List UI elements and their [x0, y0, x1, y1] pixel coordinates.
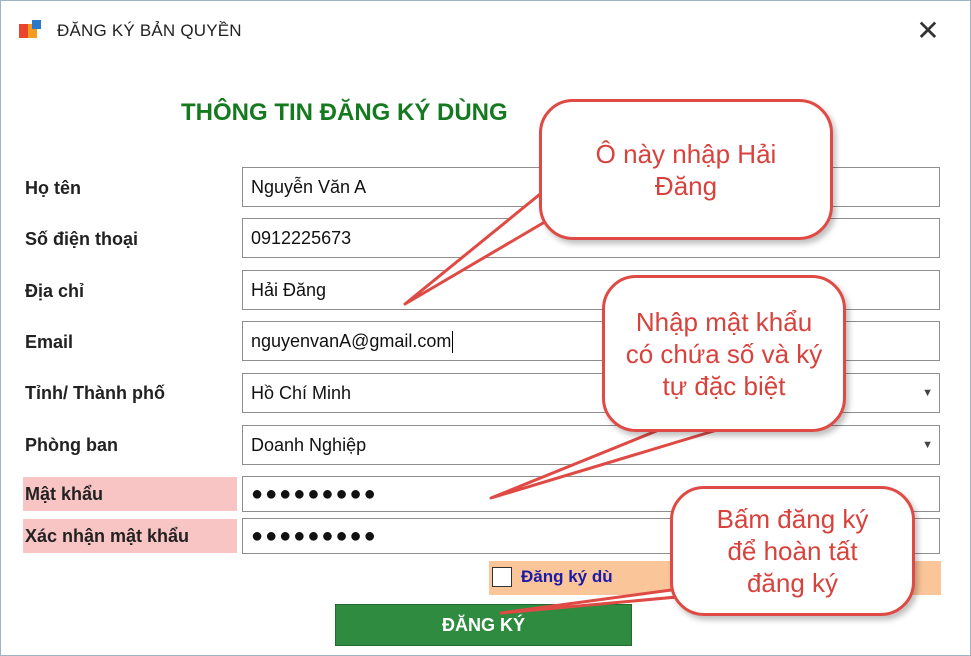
- chevron-down-icon[interactable]: ▼: [922, 374, 933, 412]
- close-button[interactable]: ✕: [906, 13, 950, 49]
- city-label: Tỉnh/ Thành phố: [25, 383, 165, 403]
- password-hint-callout: Nhập mật khẩu có chứa số và ký tự đặc bi…: [602, 275, 846, 432]
- trial-checkbox[interactable]: [492, 567, 512, 587]
- confirm-password-label: Xác nhận mật khẩu: [23, 519, 237, 553]
- title-bar: ĐĂNG KÝ BẢN QUYỀN ✕: [1, 1, 970, 59]
- name-label: Họ tên: [25, 178, 81, 198]
- trial-checkbox-label[interactable]: Đăng ký dù: [521, 567, 613, 587]
- address-hint-callout: Ô này nhập Hải Đăng: [539, 99, 833, 240]
- email-value: nguyenvanA@gmail.com: [251, 331, 452, 351]
- password-value: ●●●●●●●●●: [251, 483, 378, 505]
- form-heading: THÔNG TIN ĐĂNG KÝ DÙNG: [181, 99, 508, 126]
- city-value: Hồ Chí Minh: [251, 383, 352, 403]
- app-logo-icon: [19, 20, 41, 42]
- address-value: Hải Đăng: [251, 280, 327, 300]
- register-button[interactable]: ĐĂNG KÝ: [335, 604, 632, 646]
- submit-hint-callout: Bấm đăng ký để hoàn tất đăng ký: [670, 486, 915, 616]
- department-label: Phòng ban: [25, 435, 118, 455]
- window-title: ĐĂNG KÝ BẢN QUYỀN: [57, 21, 242, 40]
- close-icon: ✕: [916, 15, 940, 46]
- password-label: Mật khẩu: [23, 477, 237, 511]
- address-label: Địa chỉ: [25, 281, 85, 301]
- phone-label: Số điện thoại: [25, 229, 139, 249]
- phone-value: 0912225673: [251, 228, 352, 248]
- department-select[interactable]: Doanh Nghiệp ▼: [242, 425, 940, 465]
- chevron-down-icon[interactable]: ▼: [922, 426, 933, 464]
- department-value: Doanh Nghiệp: [251, 435, 367, 455]
- email-label: Email: [25, 332, 74, 352]
- name-value: Nguyễn Văn A: [251, 177, 367, 197]
- confirm-password-value: ●●●●●●●●●: [251, 525, 378, 547]
- registration-window: ĐĂNG KÝ BẢN QUYỀN ✕ THÔNG TIN ĐĂNG KÝ DÙ…: [0, 0, 971, 656]
- text-caret: [452, 331, 454, 354]
